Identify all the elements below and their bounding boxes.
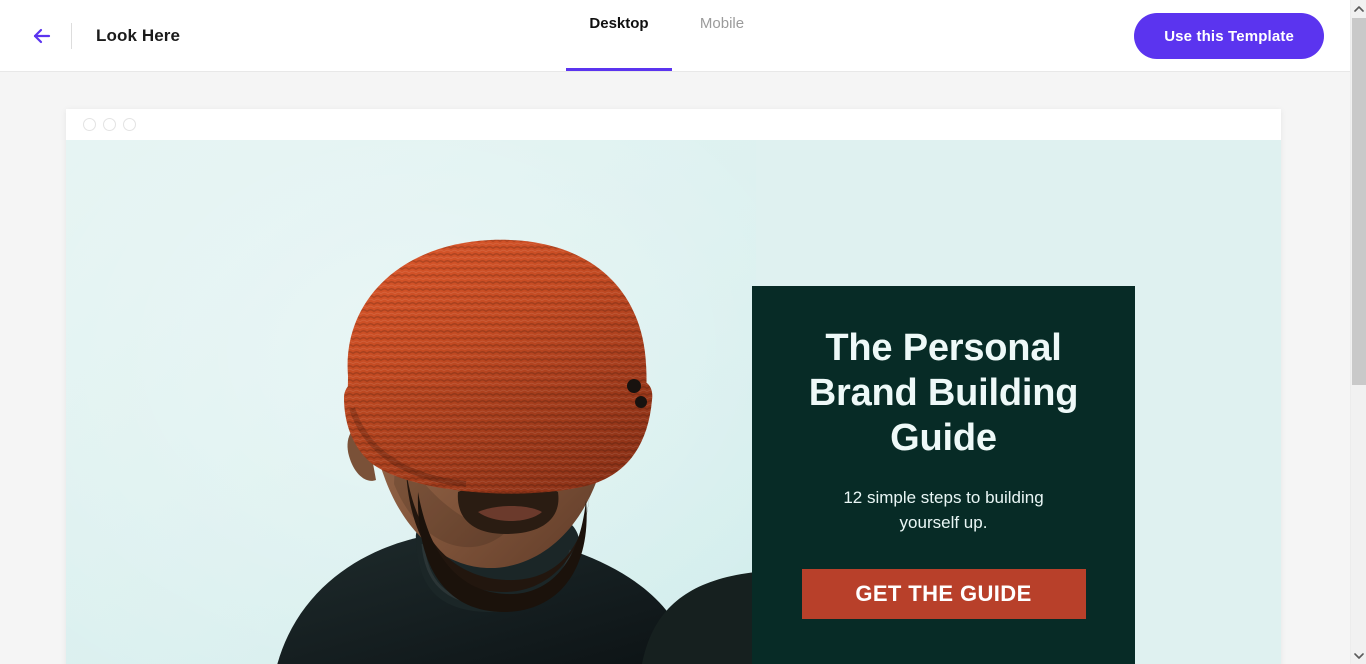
app-header: Look Here Desktop Mobile Use this Templa…	[0, 0, 1350, 72]
maximize-dot-icon[interactable]	[123, 118, 136, 131]
tab-mobile-label: Mobile	[699, 14, 745, 32]
page-title: Look Here	[96, 25, 181, 45]
back-button[interactable]	[25, 19, 59, 53]
minimize-dot-icon[interactable]	[103, 118, 116, 131]
browser-mockup: The Personal Brand Building Guide 12 sim…	[66, 109, 1281, 664]
template-preview-page: Look Here Desktop Mobile Use this Templa…	[0, 0, 1366, 664]
browser-titlebar	[66, 109, 1281, 140]
tab-desktop-label: Desktop	[589, 14, 649, 32]
scroll-up-button[interactable]	[1351, 0, 1366, 17]
scroll-down-button[interactable]	[1351, 647, 1366, 664]
template-site-preview: The Personal Brand Building Guide 12 sim…	[66, 140, 1281, 664]
promo-subtitle: 12 simple steps to building yourself up.	[843, 488, 1044, 532]
tab-mobile[interactable]: Mobile	[672, 0, 772, 72]
scrollbar-thumb[interactable]	[1352, 18, 1366, 385]
promo-panel: The Personal Brand Building Guide 12 sim…	[752, 286, 1135, 664]
tab-desktop[interactable]: Desktop	[566, 0, 672, 72]
preview-canvas: The Personal Brand Building Guide 12 sim…	[0, 73, 1350, 664]
get-the-guide-button[interactable]: GET THE GUIDE	[801, 569, 1086, 619]
page-scrollbar[interactable]	[1350, 0, 1366, 664]
header-divider	[71, 22, 72, 49]
promo-title: The Personal Brand Building Guide	[808, 327, 1079, 459]
arrow-left-icon	[30, 24, 54, 48]
hero-photo	[66, 140, 756, 664]
close-dot-icon[interactable]	[83, 118, 96, 131]
chevron-up-icon	[1354, 5, 1364, 13]
use-this-template-button[interactable]: Use this Template	[1134, 13, 1324, 59]
chevron-down-icon	[1354, 652, 1364, 660]
viewport-tabs: Desktop Mobile	[566, 0, 772, 72]
